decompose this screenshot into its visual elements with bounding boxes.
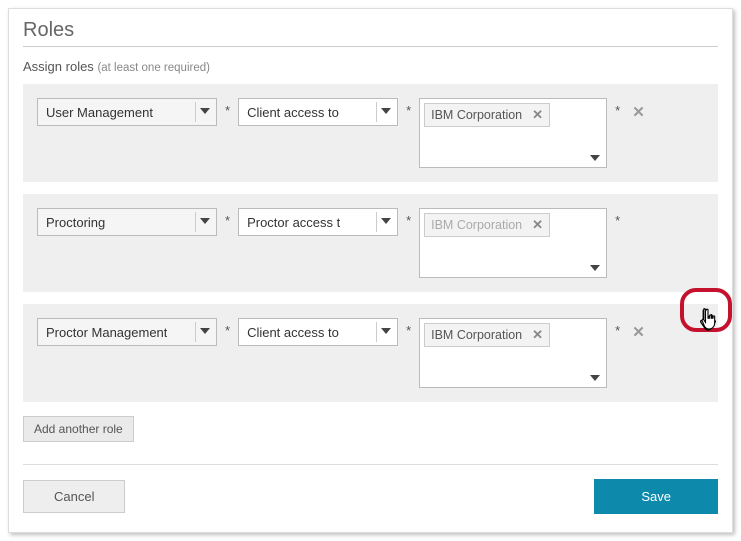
role-select[interactable]: User Management (37, 98, 217, 126)
client-tag-label: IBM Corporation (431, 328, 522, 342)
role-select-value: Proctor Management (46, 325, 167, 340)
chevron-down-icon (381, 108, 391, 114)
client-tag-label: IBM Corporation (431, 218, 522, 232)
required-asterisk: * (223, 318, 232, 338)
role-select[interactable]: Proctoring (37, 208, 217, 236)
role-select-value: Proctoring (46, 215, 105, 230)
client-tagbox[interactable]: IBM Corporation ✕ (419, 318, 607, 388)
access-select-value: Client access to (247, 325, 339, 340)
assign-roles-label: Assign roles (at least one required) (23, 59, 718, 74)
client-tag-label: IBM Corporation (431, 108, 522, 122)
roles-panel: Roles Assign roles (at least one require… (8, 8, 733, 533)
access-select-value: Proctor access t (247, 215, 340, 230)
required-asterisk: * (223, 208, 232, 228)
access-select[interactable]: Client access to (238, 98, 398, 126)
role-select-value: User Management (46, 105, 153, 120)
chevron-down-icon (381, 328, 391, 334)
add-another-role-button[interactable]: Add another role (23, 416, 134, 442)
dropdown-divider (376, 102, 377, 122)
close-icon[interactable]: ✕ (532, 107, 543, 123)
chevron-down-icon (200, 108, 210, 114)
dropdown-divider (376, 212, 377, 232)
dropdown-divider (195, 322, 196, 342)
chevron-down-icon (200, 328, 210, 334)
dropdown-divider (195, 102, 196, 122)
required-asterisk: * (404, 318, 413, 338)
access-select[interactable]: Client access to (238, 318, 398, 346)
chevron-down-icon (590, 155, 600, 161)
client-tag: IBM Corporation ✕ (424, 213, 550, 237)
page-title: Roles (23, 19, 718, 47)
role-row: Proctor Management * Client access to * … (23, 304, 718, 402)
role-select[interactable]: Proctor Management (37, 318, 217, 346)
role-row: User Management * Client access to * IBM… (23, 84, 718, 182)
close-icon[interactable]: ✕ (532, 327, 543, 343)
chevron-down-icon (590, 375, 600, 381)
divider (23, 464, 718, 465)
required-asterisk: * (613, 318, 622, 338)
access-select-value: Client access to (247, 105, 339, 120)
client-tagbox[interactable]: IBM Corporation ✕ (419, 208, 607, 278)
dropdown-divider (195, 212, 196, 232)
client-tag: IBM Corporation ✕ (424, 323, 550, 347)
save-button[interactable]: Save (594, 479, 718, 514)
remove-row-icon[interactable]: ✕ (632, 318, 645, 341)
chevron-down-icon (381, 218, 391, 224)
required-asterisk: * (223, 98, 232, 118)
cancel-button[interactable]: Cancel (23, 480, 125, 513)
access-select[interactable]: Proctor access t (238, 208, 398, 236)
close-icon[interactable]: ✕ (532, 217, 543, 233)
required-asterisk: * (404, 208, 413, 228)
required-asterisk: * (613, 208, 622, 228)
chevron-down-icon (590, 265, 600, 271)
footer-bar: Cancel Save (23, 479, 718, 514)
required-asterisk: * (613, 98, 622, 118)
chevron-down-icon (200, 218, 210, 224)
role-row: Proctoring * Proctor access t * IBM Corp… (23, 194, 718, 292)
client-tag: IBM Corporation ✕ (424, 103, 550, 127)
dropdown-divider (376, 322, 377, 342)
assign-roles-text: Assign roles (23, 59, 94, 74)
assign-roles-hint: (at least one required) (97, 62, 210, 74)
required-asterisk: * (404, 98, 413, 118)
remove-row-icon[interactable]: ✕ (632, 98, 645, 121)
client-tagbox[interactable]: IBM Corporation ✕ (419, 98, 607, 168)
